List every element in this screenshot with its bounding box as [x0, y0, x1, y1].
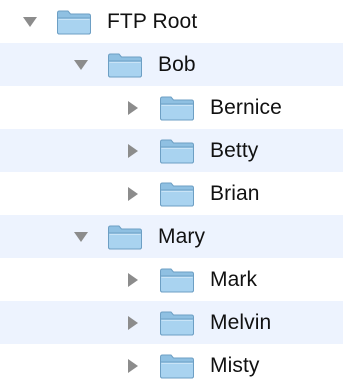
tree-item-label: Bob: [158, 53, 196, 76]
folder-icon: [107, 52, 143, 78]
folder-icon: [107, 224, 143, 250]
tree-row-mary[interactable]: Mary: [0, 215, 343, 258]
tree-row-brian[interactable]: Brian: [0, 172, 343, 215]
tree-item-label: Bernice: [210, 96, 282, 119]
disclosure-triangle-collapsed-icon[interactable]: [125, 272, 141, 288]
folder-icon: [159, 181, 195, 207]
disclosure-triangle-expanded-icon[interactable]: [73, 57, 89, 73]
tree-item-label: Misty: [210, 354, 260, 377]
disclosure-triangle-collapsed-icon[interactable]: [125, 100, 141, 116]
tree-item-label: Melvin: [210, 311, 272, 334]
tree-row-ftp-root[interactable]: FTP Root: [0, 0, 343, 43]
disclosure-triangle-collapsed-icon[interactable]: [125, 315, 141, 331]
disclosure-triangle-collapsed-icon[interactable]: [125, 358, 141, 374]
tree-item-label: Mary: [158, 225, 206, 248]
folder-tree: FTP Root Bob Bernice Betty Brian Mary Ma…: [0, 0, 343, 392]
tree-item-label: Brian: [210, 182, 260, 205]
tree-row-melvin[interactable]: Melvin: [0, 301, 343, 344]
folder-icon: [159, 95, 195, 121]
folder-icon: [159, 310, 195, 336]
disclosure-triangle-collapsed-icon[interactable]: [125, 143, 141, 159]
tree-item-label: Betty: [210, 139, 259, 162]
tree-row-bernice[interactable]: Bernice: [0, 86, 343, 129]
folder-icon: [159, 138, 195, 164]
disclosure-triangle-expanded-icon[interactable]: [22, 14, 38, 30]
tree-row-misty[interactable]: Misty: [0, 344, 343, 387]
disclosure-triangle-collapsed-icon[interactable]: [125, 186, 141, 202]
disclosure-triangle-expanded-icon[interactable]: [73, 229, 89, 245]
tree-row-bob[interactable]: Bob: [0, 43, 343, 86]
folder-icon: [56, 9, 92, 35]
tree-item-label: Mark: [210, 268, 258, 291]
tree-row-betty[interactable]: Betty: [0, 129, 343, 172]
folder-icon: [159, 353, 195, 379]
tree-item-label: FTP Root: [107, 10, 198, 33]
folder-icon: [159, 267, 195, 293]
tree-row-mark[interactable]: Mark: [0, 258, 343, 301]
